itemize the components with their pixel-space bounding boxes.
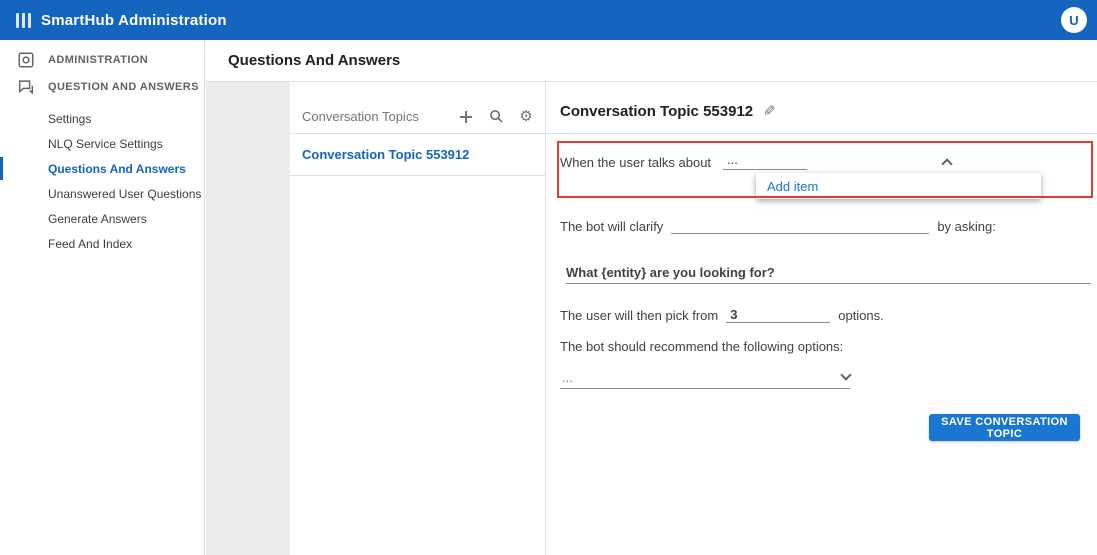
sidebar-item-questions-and-answers[interactable]: Questions And Answers (0, 156, 204, 181)
pick-options-row: The user will then pick from options. (560, 306, 884, 323)
sidebar-item-settings[interactable]: Settings (0, 106, 204, 131)
recommend-value: ... (560, 370, 573, 385)
edit-title-icon[interactable]: ✎ (763, 102, 776, 120)
add-topic-icon[interactable] (457, 108, 475, 126)
talks-about-row: When the user talks about ... (560, 152, 951, 170)
smarthub-admin-app: SmartHub Administration U ADMINISTRATION… (0, 0, 1097, 555)
topic-item-label: Conversation Topic 553912 (302, 147, 469, 162)
content-gutter (206, 82, 290, 555)
pick-label: The user will then pick from (560, 308, 718, 323)
chevron-up-icon[interactable] (941, 158, 952, 169)
sidebar-item-label: NLQ Service Settings (48, 137, 163, 151)
user-avatar[interactable]: U (1061, 7, 1087, 33)
sidebar-item-feed-and-index[interactable]: Feed And Index (0, 231, 204, 256)
topics-panel-title: Conversation Topics (302, 109, 419, 124)
sidebar-item-nlq-service-settings[interactable]: NLQ Service Settings (0, 131, 204, 156)
recommend-dropdown[interactable]: ... (560, 370, 850, 389)
gear-icon[interactable]: ⚙ (517, 108, 535, 126)
sidebar-item-label: Unanswered User Questions (48, 187, 201, 201)
top-app-bar: SmartHub Administration U (0, 0, 1097, 40)
search-icon[interactable] (487, 108, 505, 126)
save-conversation-topic-button[interactable]: SAVE CONVERSATION TOPIC (929, 414, 1080, 441)
sidebar-item-label: Questions And Answers (48, 162, 186, 176)
sidebar-item-label: Generate Answers (48, 212, 147, 226)
talks-about-value: ... (723, 152, 807, 170)
sidebar-section-question-and-answers[interactable]: QUESTION AND ANSWERS (0, 73, 204, 100)
question-row (566, 264, 1091, 284)
topic-detail-title: Conversation Topic 553912 (560, 103, 753, 120)
topic-detail-panel: Conversation Topic 553912 ✎ When the use… (545, 82, 1097, 555)
dropdown-menu: Add item (756, 173, 1041, 199)
conversation-topics-panel: Conversation Topics ⚙ Conversation Topic… (290, 82, 545, 555)
sidebar-item-label: Settings (48, 112, 91, 126)
talks-about-dropdown[interactable]: ... (723, 152, 951, 170)
sidebar-item-generate-answers[interactable]: Generate Answers (0, 206, 204, 231)
talks-about-label: When the user talks about (560, 155, 711, 170)
topic-list-item[interactable]: Conversation Topic 553912 (290, 134, 545, 176)
page-header: Questions And Answers (206, 40, 1097, 82)
pick-suffix: options. (838, 308, 884, 323)
clarify-suffix: by asking: (937, 219, 996, 234)
sidebar-section-label: QUESTION AND ANSWERS (48, 81, 199, 93)
sidebar-nav: ADMINISTRATION QUESTION AND ANSWERS Sett… (0, 40, 205, 555)
question-answers-icon (17, 78, 35, 96)
add-item-option[interactable]: Add item (767, 179, 818, 194)
app-title: SmartHub Administration (41, 12, 227, 29)
clarify-label: The bot will clarify (560, 219, 663, 234)
clarify-row: The bot will clarify by asking: (560, 217, 996, 234)
administration-icon (17, 51, 35, 69)
sidebar-item-unanswered-user-questions[interactable]: Unanswered User Questions (0, 181, 204, 206)
bot-question-input[interactable] (566, 265, 1091, 284)
topics-panel-header: Conversation Topics ⚙ (290, 100, 545, 134)
sidebar-section-label: ADMINISTRATION (48, 54, 148, 66)
detail-divider (546, 133, 1097, 134)
page-title: Questions And Answers (228, 52, 400, 69)
chevron-down-icon[interactable] (840, 369, 851, 380)
sidebar-section-administration[interactable]: ADMINISTRATION (0, 46, 204, 73)
app-menu-icon[interactable] (16, 13, 31, 28)
recommend-label: The bot should recommend the following o… (560, 339, 843, 354)
pick-count-input[interactable] (726, 306, 830, 323)
clarify-input[interactable] (671, 217, 929, 234)
sidebar-item-label: Feed And Index (48, 237, 132, 251)
